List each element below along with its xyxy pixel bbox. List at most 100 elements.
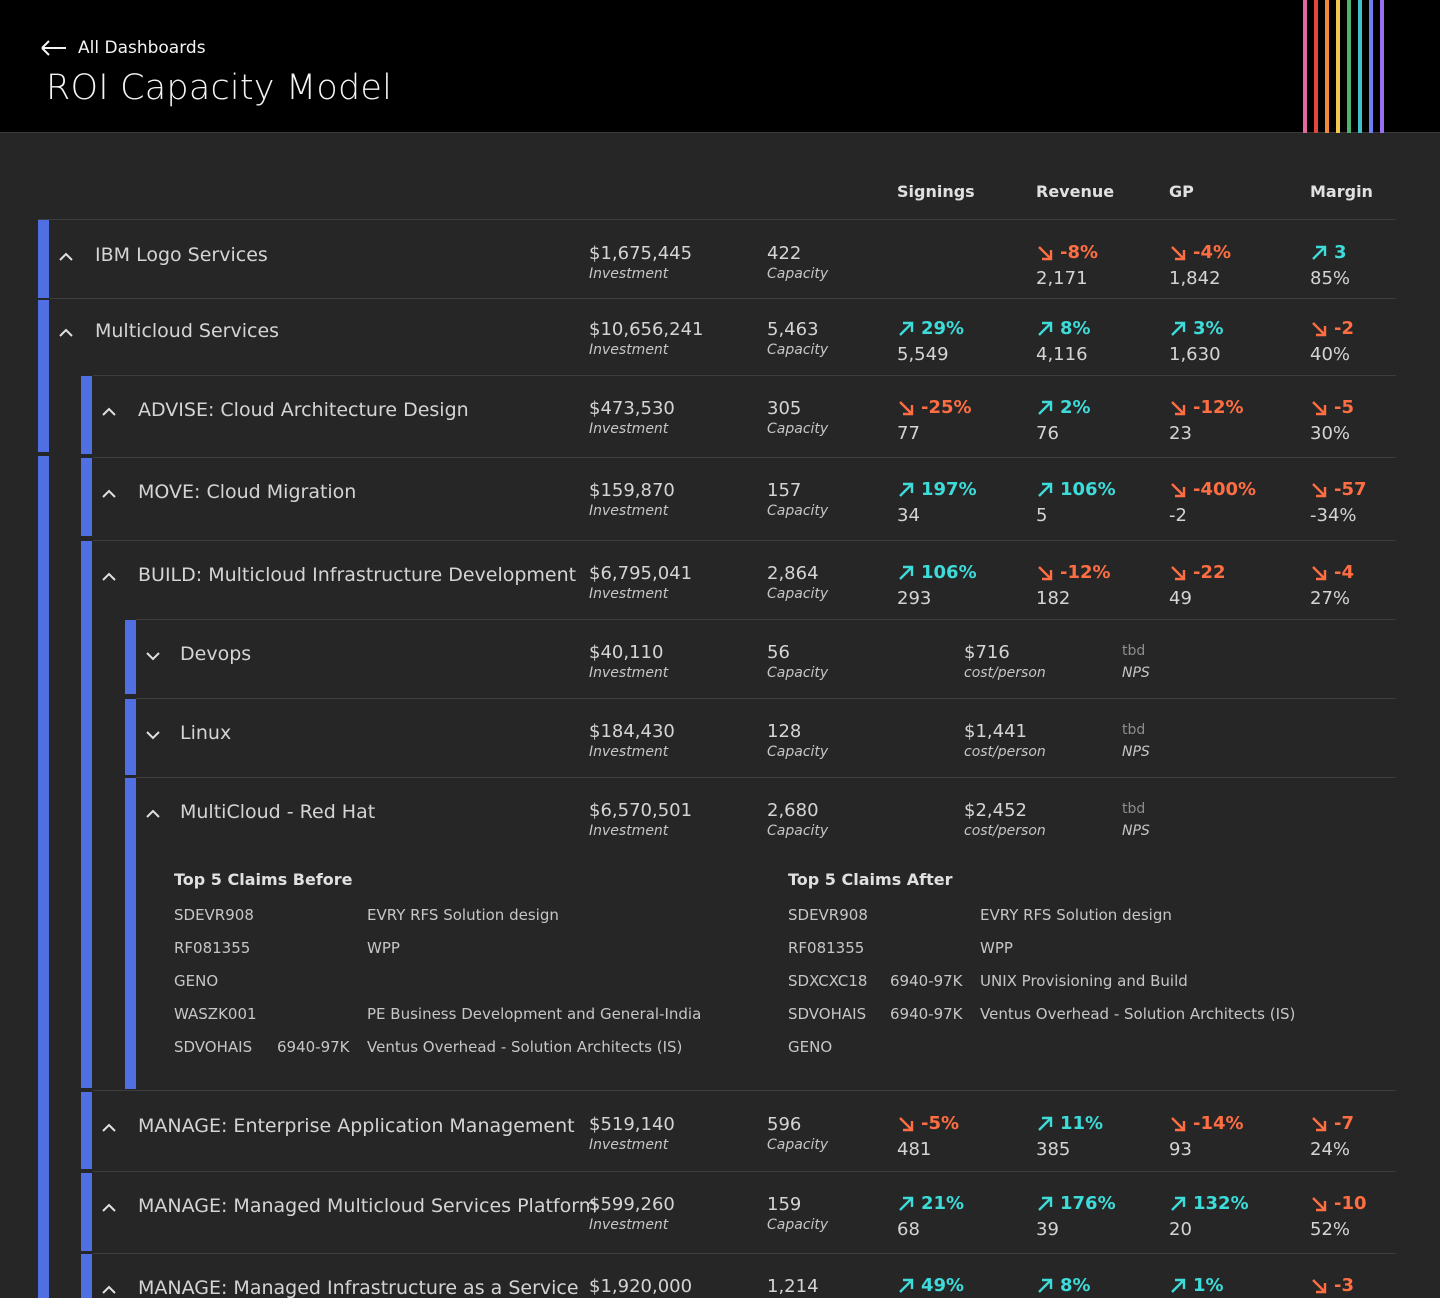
top-header: All Dashboards ROI Capacity Model bbox=[0, 0, 1440, 133]
row-divider bbox=[93, 1171, 1396, 1172]
chevron-up-icon[interactable] bbox=[102, 404, 116, 418]
row-divider bbox=[136, 698, 1396, 699]
investment-label: Investment bbox=[589, 1137, 669, 1153]
nps-label: NPS bbox=[1122, 823, 1150, 839]
chevron-up-icon[interactable] bbox=[102, 1282, 116, 1296]
margin-delta-text: -4 bbox=[1334, 562, 1354, 583]
capacity-value: 157 bbox=[767, 480, 802, 501]
claim-description: Ventus Overhead - Solution Architects (I… bbox=[980, 1005, 1296, 1023]
signings-delta: -25% bbox=[897, 397, 972, 418]
capacity-label: Capacity bbox=[767, 1217, 829, 1233]
row-name: Linux bbox=[180, 722, 232, 744]
column-header-revenue: Revenue bbox=[1036, 182, 1115, 201]
chevron-up-icon[interactable] bbox=[102, 1200, 116, 1214]
claim-description: EVRY RFS Solution design bbox=[980, 906, 1172, 924]
claim-code: SDVOHAIS bbox=[788, 1005, 867, 1023]
column-header-signings: Signings bbox=[897, 182, 975, 201]
margin-value: 52% bbox=[1310, 1219, 1351, 1240]
investment-label: Investment bbox=[589, 586, 669, 602]
gp-delta: 3% bbox=[1169, 318, 1224, 339]
revenue-value: 182 bbox=[1036, 588, 1071, 609]
signings-value: 77 bbox=[897, 423, 920, 444]
signings-delta-text: 29% bbox=[921, 318, 965, 339]
row-name: MANAGE: Managed Infrastructure as a Serv… bbox=[138, 1277, 579, 1298]
arrow-up-right-icon bbox=[1036, 1195, 1054, 1213]
investment-label: Investment bbox=[589, 665, 669, 681]
margin-delta: -3 bbox=[1310, 1275, 1354, 1296]
claim-account: 6940-97K bbox=[277, 1038, 350, 1056]
brand-stripe bbox=[1347, 0, 1351, 133]
revenue-delta: 106% bbox=[1036, 479, 1116, 500]
chevron-up-icon[interactable] bbox=[102, 486, 116, 500]
level-1-bar bbox=[38, 300, 49, 452]
capacity-label: Capacity bbox=[767, 1137, 829, 1153]
level-3-bar bbox=[125, 778, 136, 1089]
chevron-up-icon[interactable] bbox=[146, 806, 160, 820]
level-2-bar bbox=[81, 458, 92, 536]
chevron-up-icon[interactable] bbox=[102, 1120, 116, 1134]
nps-value: tbd bbox=[1122, 801, 1146, 817]
claim-description: PE Business Development and General-Indi… bbox=[367, 1005, 702, 1023]
brand-stripe bbox=[1336, 0, 1340, 133]
capacity-value: 596 bbox=[767, 1114, 802, 1135]
claim-account: 6940-97K bbox=[890, 1005, 963, 1023]
arrow-down-right-icon bbox=[1310, 1277, 1328, 1295]
capacity-label: Capacity bbox=[767, 503, 829, 519]
investment-value: $1,920,000 bbox=[589, 1276, 693, 1297]
level-2-bar bbox=[81, 541, 92, 1088]
level-3-bar bbox=[125, 620, 136, 694]
margin-delta-text: -57 bbox=[1334, 479, 1367, 500]
gp-delta-text: -12% bbox=[1193, 397, 1244, 418]
investment-label: Investment bbox=[589, 421, 669, 437]
arrow-up-right-icon bbox=[1036, 1115, 1054, 1133]
gp-value: 93 bbox=[1169, 1139, 1192, 1160]
revenue-delta: 8% bbox=[1036, 318, 1091, 339]
investment-value: $473,530 bbox=[589, 398, 675, 419]
revenue-delta-text: 8% bbox=[1060, 318, 1091, 339]
capacity-label: Capacity bbox=[767, 586, 829, 602]
gp-delta-text: -14% bbox=[1193, 1113, 1244, 1134]
capacity-label: Capacity bbox=[767, 342, 829, 358]
chevron-down-icon[interactable] bbox=[146, 727, 160, 741]
gp-delta: -400% bbox=[1169, 479, 1256, 500]
chevron-up-icon[interactable] bbox=[59, 249, 73, 263]
page-title: ROI Capacity Model bbox=[46, 68, 393, 108]
margin-value: -34% bbox=[1310, 505, 1357, 526]
revenue-delta: -8% bbox=[1036, 242, 1098, 263]
row-divider bbox=[93, 1090, 1396, 1091]
row-divider bbox=[50, 298, 1396, 299]
row-name: MANAGE: Enterprise Application Managemen… bbox=[138, 1115, 575, 1137]
investment-value: $10,656,241 bbox=[589, 319, 704, 340]
signings-value: 481 bbox=[897, 1139, 932, 1160]
back-link[interactable]: All Dashboards bbox=[40, 36, 206, 60]
arrow-up-right-icon bbox=[1169, 1277, 1187, 1295]
gp-value: 49 bbox=[1169, 588, 1192, 609]
arrow-down-right-icon bbox=[1169, 1115, 1187, 1133]
arrow-down-right-icon bbox=[1036, 244, 1054, 262]
level-2-bar bbox=[81, 1173, 92, 1251]
arrow-down-right-icon bbox=[1310, 320, 1328, 338]
row-divider bbox=[136, 619, 1396, 620]
margin-delta: -57 bbox=[1310, 479, 1367, 500]
arrow-up-right-icon bbox=[1036, 320, 1054, 338]
investment-label: Investment bbox=[589, 1217, 669, 1233]
arrow-down-right-icon bbox=[1310, 1115, 1328, 1133]
revenue-value: 5 bbox=[1036, 505, 1048, 526]
margin-delta: -5 bbox=[1310, 397, 1354, 418]
brand-stripe bbox=[1325, 0, 1329, 133]
margin-delta: 3 bbox=[1310, 242, 1347, 263]
chevron-up-icon[interactable] bbox=[59, 325, 73, 339]
row-name: Devops bbox=[180, 643, 252, 665]
gp-delta-text: 3% bbox=[1193, 318, 1224, 339]
cost-per-person-label: cost/person bbox=[964, 665, 1046, 681]
revenue-delta: 176% bbox=[1036, 1193, 1116, 1214]
investment-label: Investment bbox=[589, 823, 669, 839]
chevron-up-icon[interactable] bbox=[102, 569, 116, 583]
revenue-delta-text: -8% bbox=[1060, 242, 1099, 263]
investment-label: Investment bbox=[589, 266, 669, 282]
arrow-left-icon bbox=[40, 40, 68, 56]
arrow-down-right-icon bbox=[897, 1115, 915, 1133]
brand-stripe bbox=[1369, 0, 1373, 133]
arrow-down-right-icon bbox=[1169, 244, 1187, 262]
chevron-down-icon[interactable] bbox=[146, 648, 160, 662]
